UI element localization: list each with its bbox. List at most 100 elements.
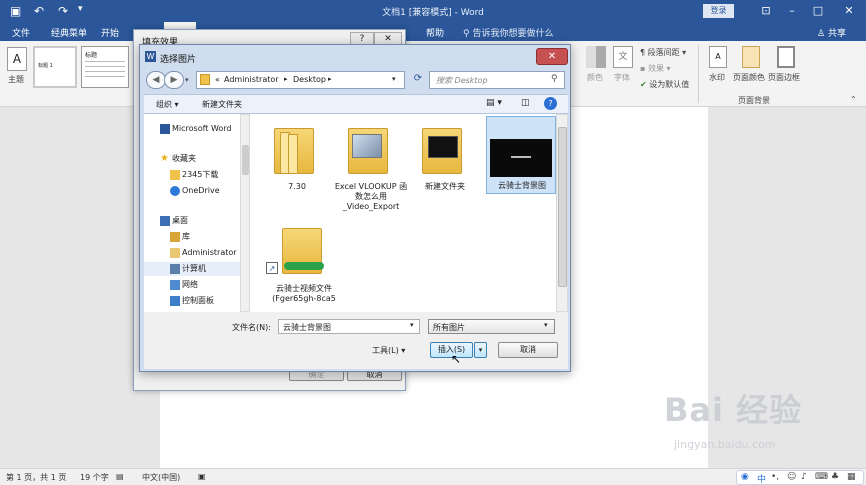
ribbon-options-icon[interactable]: ⊡	[753, 2, 779, 20]
nav-item-favorites[interactable]: ★ 收藏夹	[144, 152, 244, 166]
login-button[interactable]: 登录	[703, 4, 734, 18]
watermark-icon[interactable]: A	[709, 46, 727, 68]
style-thumb-2[interactable]: 标题	[81, 46, 129, 88]
file-item[interactable]: 新建文件夹	[412, 120, 478, 194]
shortcut-arrow-icon: ↗	[266, 262, 278, 274]
theme-icon[interactable]: A	[7, 47, 27, 71]
page-bg-group-label: 页面背景	[738, 96, 770, 105]
page-count[interactable]: 第 1 页，共 1 页	[6, 472, 66, 483]
fonts-icon[interactable]: 文	[613, 46, 633, 68]
navigation-pane: Microsoft Word ★ 收藏夹 2345下载 OneDrive 桌面 库…	[144, 114, 250, 312]
nav-item-control-panel[interactable]: 控制面板	[144, 294, 244, 308]
language[interactable]: 中文(中国)	[142, 472, 180, 483]
menu-grid-icon[interactable]: ▦	[847, 472, 856, 482]
nav-item-computer[interactable]: 计算机	[144, 262, 244, 276]
file-item-selected[interactable]: 云骑士背景图	[486, 116, 556, 194]
colors-icon[interactable]	[586, 46, 606, 68]
paragraph-spacing-button[interactable]: ¶ 段落间距 ▾	[640, 47, 686, 58]
nav-scroll-thumb[interactable]	[242, 145, 249, 175]
menu-classic[interactable]: 经典菜单	[51, 26, 87, 39]
search-input[interactable]: 搜索 Desktop ⚲	[429, 71, 565, 89]
word-icon: W	[145, 51, 156, 62]
back-icon[interactable]: ◀	[146, 71, 166, 89]
folder-icon	[422, 124, 466, 176]
file-scrollbar[interactable]	[556, 114, 568, 312]
filetype-dropdown-icon[interactable]: ▾	[544, 321, 548, 329]
style-thumb-2-text: 标题	[85, 52, 98, 59]
filename-input[interactable]: 云骑士背景图 ▾	[278, 319, 420, 334]
share-button[interactable]: ♙ 共享	[817, 26, 846, 39]
file-list: 7.30 Excel VLOOKUP 函数怎么用 _Video_Export 新…	[250, 114, 568, 312]
preview-pane-icon[interactable]: ◫	[521, 98, 530, 108]
menu-home[interactable]: 开始	[101, 26, 119, 39]
organize-label: 组织	[156, 100, 172, 109]
punctuation-icon[interactable]: •,	[771, 472, 779, 482]
ime-lang[interactable]: 中	[757, 472, 766, 485]
nav-scrollbar[interactable]	[240, 114, 250, 312]
dialog-close-icon[interactable]: ✕	[536, 48, 568, 65]
breadcrumb-desktop[interactable]: Desktop	[293, 75, 326, 84]
organize-button[interactable]: 组织 ▾	[156, 99, 179, 110]
mouse-cursor-icon: ↖	[451, 352, 462, 366]
theme-label: 主题	[8, 75, 24, 84]
nav-item-2345[interactable]: 2345下载	[144, 168, 244, 182]
document-title: 文档1 [兼容模式] - Word	[382, 8, 484, 18]
new-folder-button[interactable]: 新建文件夹	[202, 99, 242, 110]
insert-dropdown-icon[interactable]: ▾	[474, 342, 487, 358]
folder-icon	[200, 74, 210, 85]
nav-item-desktop[interactable]: 桌面	[144, 214, 244, 228]
set-default-button[interactable]: ✔ 设为默认值	[640, 79, 689, 90]
file-item[interactable]: ↗ 云骑士视频文件 (Fger65gh-8ca5	[264, 220, 344, 310]
search-icon[interactable]: ⚲	[551, 74, 558, 84]
breadcrumb-sep-icon[interactable]: ▸	[328, 75, 332, 83]
file-item[interactable]: 7.30	[264, 120, 330, 194]
page-border-icon[interactable]	[777, 46, 795, 68]
tools-label: 工具(L)	[372, 346, 399, 355]
breadcrumb-sep-icon[interactable]: ▸	[284, 75, 288, 83]
help-icon[interactable]: ?	[544, 97, 557, 110]
proofing-icon[interactable]: ▤	[116, 472, 124, 481]
address-bar[interactable]: « Administrator ▸ Desktop ▸ ▾	[196, 71, 405, 89]
fonts-label: 字体	[614, 73, 630, 82]
nav-item-network[interactable]: 网络	[144, 278, 244, 292]
nav-label: OneDrive	[182, 186, 220, 195]
skin-icon[interactable]: ♣	[831, 472, 839, 482]
refresh-icon[interactable]: ⟳	[410, 73, 426, 88]
keyboard-icon[interactable]: ⌨	[815, 472, 828, 482]
minimize-icon[interactable]: –	[779, 2, 805, 20]
baidu-watermark: Bai 经验 jingyan.baidu.com	[664, 385, 824, 455]
menu-file[interactable]: 文件	[12, 26, 30, 39]
nav-item-word[interactable]: Microsoft Word	[144, 122, 244, 136]
effects-button[interactable]: ▪ 效果 ▾	[640, 63, 671, 74]
filetype-select[interactable]: 所有图片 ▾	[428, 319, 555, 334]
maximize-icon[interactable]: □	[805, 2, 831, 20]
close-icon[interactable]: ✕	[836, 2, 862, 20]
style-thumb-1[interactable]: 标题 1	[33, 46, 77, 88]
page-color-icon[interactable]	[742, 46, 760, 68]
emoji-icon[interactable]: ☺	[787, 472, 796, 482]
nav-item-onedrive[interactable]: OneDrive	[144, 184, 244, 198]
nav-item-library[interactable]: 库	[144, 230, 244, 244]
address-overflow[interactable]: «	[215, 75, 220, 84]
forward-icon[interactable]: ▶	[164, 71, 184, 89]
nav-label: 网络	[182, 280, 198, 289]
address-dropdown-icon[interactable]: ▾	[392, 75, 396, 83]
page-color-label: 页面颜色	[733, 73, 765, 82]
nav-item-administrator[interactable]: Administrator	[144, 246, 244, 260]
word-window: ▣ ↶ ↷ ▾ 文档1 [兼容模式] - Word 登录 ⊡ – □ ✕ 文件 …	[0, 0, 866, 485]
cancel-button[interactable]: 取消	[498, 342, 558, 358]
menu-help[interactable]: 帮助	[426, 26, 444, 39]
ime-logo-icon[interactable]: ◉	[741, 472, 749, 482]
file-item[interactable]: Excel VLOOKUP 函数怎么用 _Video_Export	[335, 120, 407, 216]
tell-me-search[interactable]: ⚲ 告诉我你想要做什么	[463, 26, 553, 39]
breadcrumb-administrator[interactable]: Administrator	[224, 75, 279, 84]
macro-icon[interactable]: ▣	[198, 472, 206, 481]
tools-button[interactable]: 工具(L) ▾	[372, 345, 405, 356]
filename-dropdown-icon[interactable]: ▾	[410, 321, 414, 329]
view-icon[interactable]: ▤ ▾	[486, 98, 502, 108]
history-dropdown-icon[interactable]: ▾	[185, 76, 189, 84]
mic-icon[interactable]: ♪	[801, 472, 807, 482]
word-count[interactable]: 19 个字	[80, 472, 109, 483]
file-scroll-thumb[interactable]	[558, 127, 567, 287]
collapse-ribbon-icon[interactable]: ⌃	[850, 95, 857, 104]
